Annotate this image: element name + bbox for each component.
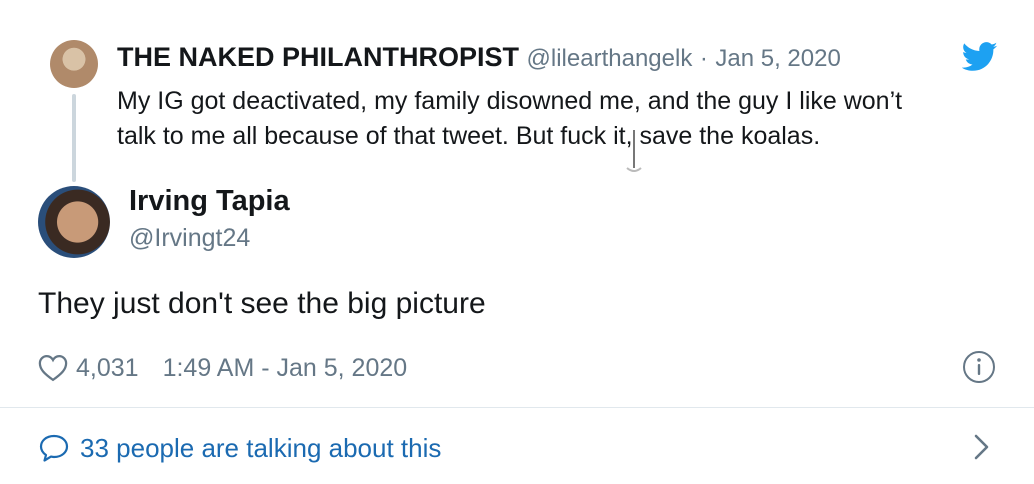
heart-icon[interactable]	[38, 354, 68, 382]
parent-display-name[interactable]: THE NAKED PHILANTHROPIST	[117, 42, 519, 72]
chevron-right-icon[interactable]	[968, 430, 994, 464]
thread-connector-line	[72, 94, 76, 182]
conversation-link[interactable]: 33 people are talking about this	[38, 428, 441, 468]
text-cursor-icon	[626, 130, 642, 172]
parent-handle[interactable]: @lilearthangelk	[527, 45, 693, 72]
speech-bubble-icon	[39, 434, 69, 462]
author-avatar[interactable]	[38, 186, 110, 258]
parent-tweet-text: My IG got deactivated, my family disowne…	[117, 84, 1007, 154]
tweet-text: They just don't see the big picture	[38, 287, 486, 320]
parent-avatar[interactable]	[50, 40, 98, 88]
conversation-label[interactable]: 33 people are talking about this	[80, 433, 441, 464]
parent-text-line-1: My IG got deactivated, my family disowne…	[117, 87, 903, 115]
tweet-meta-row: 4,031 1:49 AM - Jan 5, 2020	[38, 348, 407, 388]
parent-tweet-header: THE NAKED PHILANTHROPIST @lilearthangelk…	[117, 40, 841, 76]
tweet-timestamp[interactable]: 1:49 AM - Jan 5, 2020	[163, 354, 408, 383]
likes-count[interactable]: 4,031	[76, 354, 139, 383]
author-display-name[interactable]: Irving Tapia	[129, 182, 290, 220]
tweet-embed-card: THE NAKED PHILANTHROPIST @lilearthangelk…	[0, 0, 1034, 484]
parent-separator: ·	[699, 45, 708, 72]
twitter-bird-icon[interactable]	[962, 42, 998, 72]
info-icon[interactable]	[962, 350, 996, 384]
author-handle[interactable]: @Irvingt24	[129, 221, 250, 255]
parent-text-line-2: talk to me all because of that tweet. Bu…	[117, 122, 821, 150]
footer-divider	[0, 407, 1034, 408]
parent-date[interactable]: Jan 5, 2020	[715, 45, 840, 72]
